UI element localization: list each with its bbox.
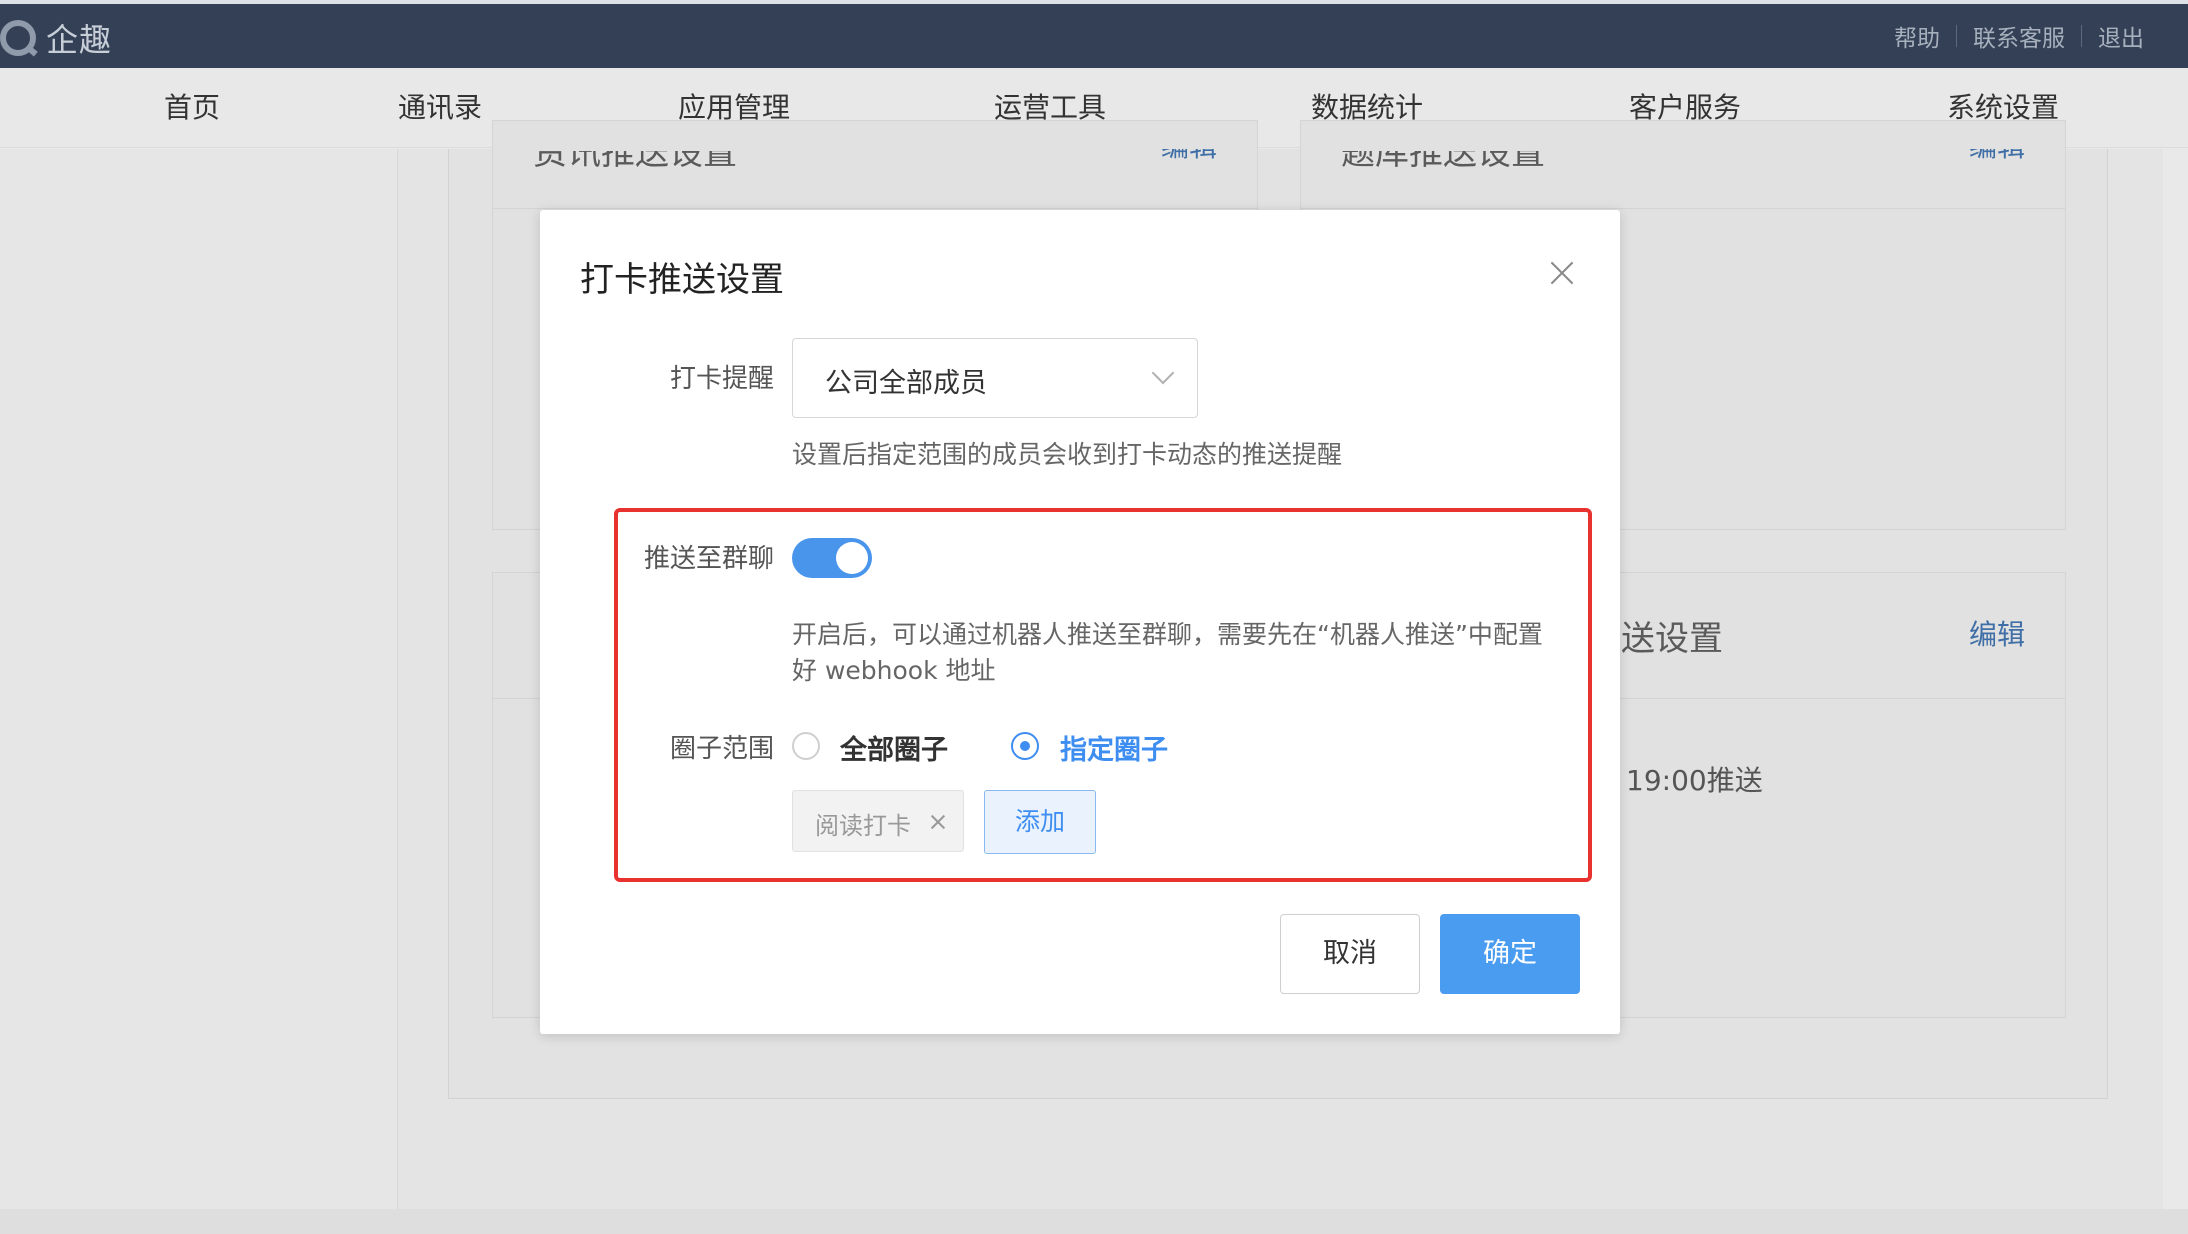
nav-item-home[interactable]: 首页 — [130, 68, 254, 148]
toggle-knob — [836, 542, 868, 574]
page-bottom — [0, 1209, 2188, 1234]
scope-radio-all[interactable] — [792, 732, 820, 760]
push-group-label: 推送至群聊 — [643, 544, 774, 574]
push-group-toggle[interactable] — [792, 538, 872, 578]
close-icon[interactable] — [1547, 258, 1577, 288]
sidebar — [0, 149, 398, 1209]
selected-circle-tag: 阅读打卡 — [792, 790, 964, 852]
push-group-hint-line2: 好 webhook 地址 — [792, 656, 996, 685]
help-link[interactable]: 帮助 — [1878, 19, 1956, 53]
add-circle-button[interactable]: 添加 — [984, 790, 1096, 854]
push-group-hint-line1: 开启后，可以通过机器人推送至群聊，需要先在“机器人推送”中配置 — [792, 620, 1543, 649]
chevron-down-icon — [1151, 361, 1175, 385]
brand[interactable]: 企趣 — [0, 16, 112, 60]
reminder-select[interactable]: 公司全部成员 — [792, 338, 1198, 418]
confirm-button[interactable]: 确定 — [1440, 914, 1580, 994]
close-icon[interactable] — [929, 813, 947, 831]
reminder-select-value: 公司全部成员 — [825, 368, 987, 399]
punch-push-settings-dialog: 打卡推送设置 打卡提醒 公司全部成员 设置后指定范围的成员会收到打卡动态的推送提… — [540, 210, 1620, 1034]
tag-label: 阅读打卡 — [815, 812, 911, 840]
contact-support-link[interactable]: 联系客服 — [1957, 19, 2081, 53]
reminder-label: 打卡提醒 — [669, 364, 774, 394]
nav-item-contacts[interactable]: 通讯录 — [375, 68, 505, 148]
top-bar: 企趣 帮助 联系客服 退出 — [0, 0, 2188, 68]
cancel-button[interactable]: 取消 — [1280, 914, 1420, 994]
scope-radio-specified[interactable] — [1011, 732, 1039, 760]
reminder-hint: 设置后指定范围的成员会收到打卡动态的推送提醒 — [792, 440, 1343, 469]
scope-radio-all-label[interactable]: 全部圈子 — [840, 728, 948, 767]
logo-icon — [0, 20, 36, 56]
scope-label: 圈子范围 — [669, 734, 774, 764]
card-edit-link[interactable]: 编辑 — [1969, 613, 2025, 653]
card-title: 送设置 — [1621, 619, 1723, 659]
logout-link[interactable]: 退出 — [2082, 19, 2160, 53]
top-links: 帮助 联系客服 退出 — [1878, 4, 2160, 68]
scope-radio-specified-label[interactable]: 指定圈子 — [1060, 728, 1168, 767]
brand-name: 企趣 — [46, 21, 113, 59]
dialog-title: 打卡推送设置 — [580, 260, 784, 300]
push-time-text: 19:00推送 — [1626, 764, 1763, 797]
